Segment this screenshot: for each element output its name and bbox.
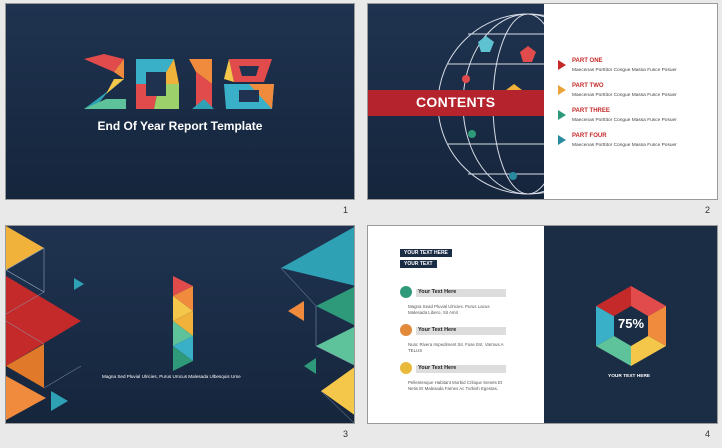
part-desc: Maecenas Porttitor Congue Massa Fusce Po… xyxy=(572,143,677,148)
triangle-icon xyxy=(558,60,566,70)
slide-number-4: 4 xyxy=(705,429,711,439)
part-desc: Maecenas Porttitor Congue Massa Fusce Po… xyxy=(572,93,677,98)
item-text: Nunc Rivera Impediment Sit. Fuse Est. Va… xyxy=(408,342,504,354)
part-title: PART THREE xyxy=(572,108,610,114)
slide-caption: Magna Sed Pluvial Ulricies, Purus Urncus… xyxy=(102,374,241,379)
slide-thumbnail-2[interactable]: CONTENTS PART ONE Maecenas Porttitor Con… xyxy=(367,3,718,200)
item-label: Your Text Here xyxy=(418,365,457,371)
contents-panel xyxy=(544,4,717,199)
part-title: PART TWO xyxy=(572,83,604,89)
item-label: Your Text Here xyxy=(418,289,457,295)
contents-heading: CONTENTS xyxy=(416,94,496,110)
slide-number-3: 3 xyxy=(343,429,349,439)
slide-number-2: 2 xyxy=(705,205,711,215)
percent-value: 75% xyxy=(618,316,645,331)
slide-number-1: 1 xyxy=(343,205,349,215)
part-desc: Maecenas Porttitor Congue Massa Fusce Po… xyxy=(572,118,677,123)
triangle-icon xyxy=(558,135,566,145)
slide-subtitle: End Of Year Report Template xyxy=(97,119,263,133)
circle-icon xyxy=(400,286,412,298)
year-2018-logo xyxy=(84,54,274,109)
part-desc: Maecenas Porttitor Congue Massa Fusce Po… xyxy=(572,68,677,73)
triangle-icon xyxy=(558,110,566,120)
hexagon-label: YOUR TEXT HERE xyxy=(608,374,651,379)
text-tag: YOUR TEXT xyxy=(400,260,437,268)
circle-icon xyxy=(400,324,412,336)
triangle-icon xyxy=(558,85,566,95)
circle-icon xyxy=(400,362,412,374)
triangle-pattern-left xyxy=(6,226,84,420)
text-tag: YOUR TEXT HERE xyxy=(400,249,452,257)
item-text: Magna Sead Pluvial Ulricies. Purus Lacus… xyxy=(408,304,490,316)
slide-thumbnail-3[interactable]: Magna Sed Pluvial Ulricies, Purus Urncus… xyxy=(5,225,355,424)
triangle-pattern-right xyxy=(280,227,354,423)
slide-thumbnail-4[interactable]: YOUR TEXT HERE YOUR TEXT Your Text Here … xyxy=(367,225,718,424)
number-one-graphic xyxy=(173,276,193,371)
item-text: Pellentesque Habitant Morbid Critique Se… xyxy=(408,380,503,392)
slide-thumbnail-1[interactable]: End Of Year Report Template xyxy=(5,3,355,200)
part-title: PART ONE xyxy=(572,58,603,64)
part-title: PART FOUR xyxy=(572,133,607,139)
item-label: Your Text Here xyxy=(418,327,457,333)
